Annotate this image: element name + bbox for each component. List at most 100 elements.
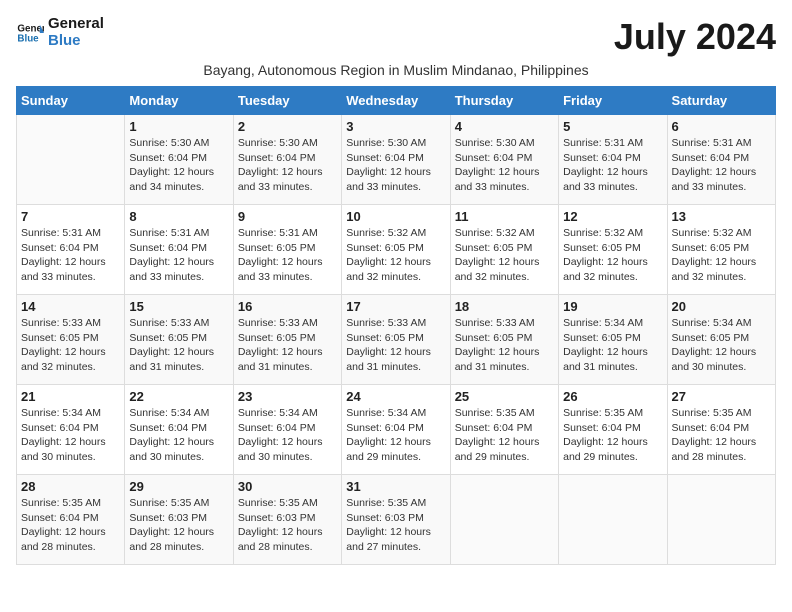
- day-number: 18: [455, 299, 554, 314]
- day-info: Sunrise: 5:35 AM Sunset: 6:03 PM Dayligh…: [129, 496, 228, 555]
- weekday-header-wednesday: Wednesday: [342, 87, 450, 115]
- weekday-header-saturday: Saturday: [667, 87, 775, 115]
- calendar-cell: 31 Sunrise: 5:35 AM Sunset: 6:03 PM Dayli…: [342, 475, 450, 565]
- day-info: Sunrise: 5:31 AM Sunset: 6:04 PM Dayligh…: [563, 136, 662, 195]
- calendar-week-4: 21 Sunrise: 5:34 AM Sunset: 6:04 PM Dayli…: [17, 385, 776, 475]
- day-number: 5: [563, 119, 662, 134]
- calendar-cell: 28Sunrise: 5:35 AM Sunset: 6:04 PM Dayli…: [17, 475, 125, 565]
- day-info: Sunrise: 5:32 AM Sunset: 6:05 PM Dayligh…: [455, 226, 554, 285]
- calendar-week-5: 28Sunrise: 5:35 AM Sunset: 6:04 PM Dayli…: [17, 475, 776, 565]
- calendar-cell: 3 Sunrise: 5:30 AM Sunset: 6:04 PM Daylig…: [342, 115, 450, 205]
- day-number: 10: [346, 209, 445, 224]
- day-info: Sunrise: 5:30 AM Sunset: 6:04 PM Dayligh…: [346, 136, 445, 195]
- day-info: Sunrise: 5:33 AM Sunset: 6:05 PM Dayligh…: [238, 316, 337, 375]
- day-number: 7: [21, 209, 120, 224]
- day-info: Sunrise: 5:33 AM Sunset: 6:05 PM Dayligh…: [346, 316, 445, 375]
- day-info: Sunrise: 5:33 AM Sunset: 6:05 PM Dayligh…: [21, 316, 120, 375]
- calendar-cell: 23 Sunrise: 5:34 AM Sunset: 6:04 PM Dayli…: [233, 385, 341, 475]
- day-number: 3: [346, 119, 445, 134]
- calendar-cell: 24 Sunrise: 5:34 AM Sunset: 6:04 PM Dayli…: [342, 385, 450, 475]
- calendar-cell: [450, 475, 558, 565]
- day-info: Sunrise: 5:32 AM Sunset: 6:05 PM Dayligh…: [346, 226, 445, 285]
- day-info: Sunrise: 5:33 AM Sunset: 6:05 PM Dayligh…: [129, 316, 228, 375]
- calendar-cell: 9 Sunrise: 5:31 AM Sunset: 6:05 PM Daylig…: [233, 205, 341, 295]
- day-info: Sunrise: 5:32 AM Sunset: 6:05 PM Dayligh…: [672, 226, 771, 285]
- calendar-cell: [17, 115, 125, 205]
- calendar-cell: 21 Sunrise: 5:34 AM Sunset: 6:04 PM Dayli…: [17, 385, 125, 475]
- weekday-header-sunday: Sunday: [17, 87, 125, 115]
- calendar-cell: 22 Sunrise: 5:34 AM Sunset: 6:04 PM Dayli…: [125, 385, 233, 475]
- day-number: 28: [21, 479, 120, 494]
- calendar-cell: [667, 475, 775, 565]
- page-header: General Blue General Blue July 2024: [16, 16, 776, 58]
- day-number: 31: [346, 479, 445, 494]
- day-info: Sunrise: 5:30 AM Sunset: 6:04 PM Dayligh…: [129, 136, 228, 195]
- day-number: 24: [346, 389, 445, 404]
- day-number: 21: [21, 389, 120, 404]
- weekday-header-monday: Monday: [125, 87, 233, 115]
- day-info: Sunrise: 5:32 AM Sunset: 6:05 PM Dayligh…: [563, 226, 662, 285]
- calendar-cell: 7 Sunrise: 5:31 AM Sunset: 6:04 PM Daylig…: [17, 205, 125, 295]
- day-info: Sunrise: 5:31 AM Sunset: 6:04 PM Dayligh…: [672, 136, 771, 195]
- day-info: Sunrise: 5:34 AM Sunset: 6:04 PM Dayligh…: [238, 406, 337, 465]
- day-number: 2: [238, 119, 337, 134]
- calendar-cell: 30 Sunrise: 5:35 AM Sunset: 6:03 PM Dayli…: [233, 475, 341, 565]
- day-number: 20: [672, 299, 771, 314]
- calendar-cell: 29 Sunrise: 5:35 AM Sunset: 6:03 PM Dayli…: [125, 475, 233, 565]
- calendar-cell: 1 Sunrise: 5:30 AM Sunset: 6:04 PM Daylig…: [125, 115, 233, 205]
- day-info: Sunrise: 5:31 AM Sunset: 6:04 PM Dayligh…: [129, 226, 228, 285]
- day-info: Sunrise: 5:34 AM Sunset: 6:04 PM Dayligh…: [346, 406, 445, 465]
- day-number: 23: [238, 389, 337, 404]
- calendar-cell: 10 Sunrise: 5:32 AM Sunset: 6:05 PM Dayli…: [342, 205, 450, 295]
- day-info: Sunrise: 5:34 AM Sunset: 6:04 PM Dayligh…: [129, 406, 228, 465]
- calendar-cell: 6 Sunrise: 5:31 AM Sunset: 6:04 PM Daylig…: [667, 115, 775, 205]
- day-info: Sunrise: 5:34 AM Sunset: 6:05 PM Dayligh…: [672, 316, 771, 375]
- calendar-cell: [559, 475, 667, 565]
- day-number: 9: [238, 209, 337, 224]
- svg-text:Blue: Blue: [17, 33, 39, 44]
- day-number: 22: [129, 389, 228, 404]
- logo: General Blue General Blue: [16, 16, 104, 49]
- calendar-cell: 26 Sunrise: 5:35 AM Sunset: 6:04 PM Dayli…: [559, 385, 667, 475]
- day-number: 16: [238, 299, 337, 314]
- calendar-cell: 2Sunrise: 5:30 AM Sunset: 6:04 PM Daylig…: [233, 115, 341, 205]
- day-info: Sunrise: 5:30 AM Sunset: 6:04 PM Dayligh…: [455, 136, 554, 195]
- calendar-week-2: 7 Sunrise: 5:31 AM Sunset: 6:04 PM Daylig…: [17, 205, 776, 295]
- calendar-cell: 15Sunrise: 5:33 AM Sunset: 6:05 PM Dayli…: [125, 295, 233, 385]
- day-info: Sunrise: 5:35 AM Sunset: 6:03 PM Dayligh…: [238, 496, 337, 555]
- day-number: 11: [455, 209, 554, 224]
- day-number: 27: [672, 389, 771, 404]
- calendar-cell: 18 Sunrise: 5:33 AM Sunset: 6:05 PM Dayli…: [450, 295, 558, 385]
- day-number: 29: [129, 479, 228, 494]
- calendar-cell: 16 Sunrise: 5:33 AM Sunset: 6:05 PM Dayli…: [233, 295, 341, 385]
- weekday-header-friday: Friday: [559, 87, 667, 115]
- day-number: 25: [455, 389, 554, 404]
- weekday-header-tuesday: Tuesday: [233, 87, 341, 115]
- day-info: Sunrise: 5:35 AM Sunset: 6:03 PM Dayligh…: [346, 496, 445, 555]
- calendar-cell: 14 Sunrise: 5:33 AM Sunset: 6:05 PM Dayli…: [17, 295, 125, 385]
- calendar-cell: 5 Sunrise: 5:31 AM Sunset: 6:04 PM Daylig…: [559, 115, 667, 205]
- day-number: 8: [129, 209, 228, 224]
- day-info: Sunrise: 5:33 AM Sunset: 6:05 PM Dayligh…: [455, 316, 554, 375]
- calendar-cell: 12Sunrise: 5:32 AM Sunset: 6:05 PM Dayli…: [559, 205, 667, 295]
- logo-line1: General: [48, 16, 104, 33]
- day-info: Sunrise: 5:31 AM Sunset: 6:04 PM Dayligh…: [21, 226, 120, 285]
- day-number: 30: [238, 479, 337, 494]
- day-info: Sunrise: 5:35 AM Sunset: 6:04 PM Dayligh…: [563, 406, 662, 465]
- day-number: 14: [21, 299, 120, 314]
- calendar-cell: 8 Sunrise: 5:31 AM Sunset: 6:04 PM Daylig…: [125, 205, 233, 295]
- day-info: Sunrise: 5:35 AM Sunset: 6:04 PM Dayligh…: [672, 406, 771, 465]
- weekday-header-thursday: Thursday: [450, 87, 558, 115]
- day-number: 6: [672, 119, 771, 134]
- calendar-header-row: SundayMondayTuesdayWednesdayThursdayFrid…: [17, 87, 776, 115]
- calendar-cell: 17Sunrise: 5:33 AM Sunset: 6:05 PM Dayli…: [342, 295, 450, 385]
- calendar-cell: 20 Sunrise: 5:34 AM Sunset: 6:05 PM Dayli…: [667, 295, 775, 385]
- day-number: 26: [563, 389, 662, 404]
- day-info: Sunrise: 5:31 AM Sunset: 6:05 PM Dayligh…: [238, 226, 337, 285]
- day-number: 13: [672, 209, 771, 224]
- day-info: Sunrise: 5:34 AM Sunset: 6:05 PM Dayligh…: [563, 316, 662, 375]
- day-number: 4: [455, 119, 554, 134]
- day-info: Sunrise: 5:34 AM Sunset: 6:04 PM Dayligh…: [21, 406, 120, 465]
- day-number: 1: [129, 119, 228, 134]
- calendar-cell: 11 Sunrise: 5:32 AM Sunset: 6:05 PM Dayli…: [450, 205, 558, 295]
